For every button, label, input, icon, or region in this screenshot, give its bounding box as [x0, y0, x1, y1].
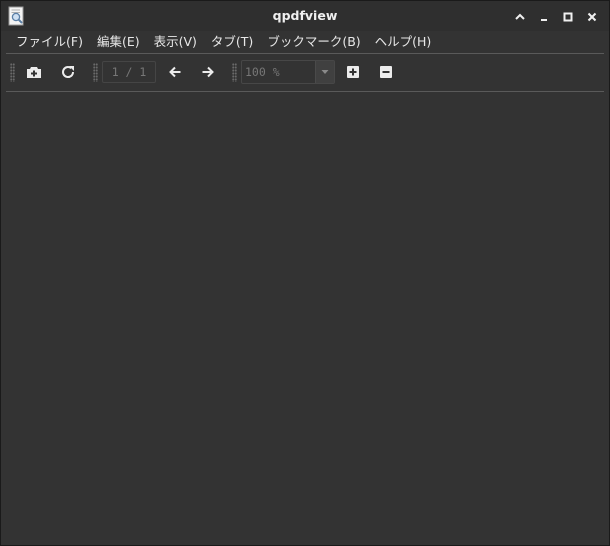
menu-bookmarks[interactable]: ブックマーク(B) [260, 31, 367, 52]
document-view-area[interactable] [1, 93, 609, 545]
zoom-in-button[interactable] [341, 61, 365, 83]
zoom-out-button[interactable] [374, 61, 398, 83]
menu-edit[interactable]: 編集(E) [90, 31, 147, 52]
menu-bar: ファイル(F) 編集(E) 表示(V) タブ(T) ブックマーク(B) ヘルプ(… [1, 31, 609, 52]
toolbar-grip-handle[interactable] [232, 63, 237, 82]
zoom-combobox[interactable]: 100 % [241, 60, 335, 84]
minimize-button[interactable] [535, 8, 553, 26]
refresh-icon [62, 66, 75, 78]
refresh-button[interactable] [56, 61, 80, 83]
next-page-button[interactable] [196, 61, 220, 83]
maximize-button[interactable] [559, 8, 577, 26]
toolbar-separator [6, 91, 604, 92]
toolbar-grip-handle[interactable] [93, 63, 98, 82]
zoom-value: 100 % [245, 65, 280, 79]
window-controls [511, 8, 601, 26]
menu-tabs[interactable]: タブ(T) [204, 31, 260, 52]
shade-button[interactable] [511, 8, 529, 26]
plus-square-icon [347, 66, 359, 78]
toolbar: 1 / 1 100 % [6, 57, 604, 87]
zoom-dropdown-button[interactable] [315, 61, 334, 83]
title-bar[interactable]: qpdfview [1, 1, 609, 31]
arrow-right-icon [202, 66, 214, 78]
open-in-new-tab-button[interactable] [22, 61, 46, 83]
maximize-icon [563, 12, 573, 22]
previous-page-button[interactable] [163, 61, 187, 83]
arrow-left-icon [169, 66, 181, 78]
minus-square-icon [380, 66, 392, 78]
caret-down-icon [321, 70, 329, 74]
close-icon [587, 12, 597, 22]
toolbar-grip-handle[interactable] [10, 63, 15, 82]
menu-help[interactable]: ヘルプ(H) [368, 31, 439, 52]
close-button[interactable] [583, 8, 601, 26]
open-tab-plus-icon [27, 67, 41, 78]
menu-separator [6, 53, 604, 54]
chevron-up-icon [515, 13, 525, 20]
menu-file[interactable]: ファイル(F) [9, 31, 90, 52]
minimize-icon [541, 19, 547, 21]
menu-view[interactable]: 表示(V) [147, 31, 204, 52]
page-number-field[interactable]: 1 / 1 [102, 61, 156, 83]
qpdfview-window: qpdfview ファイル(F) 編集(E) 表示(V) タブ(T) ブックマー… [0, 0, 610, 546]
